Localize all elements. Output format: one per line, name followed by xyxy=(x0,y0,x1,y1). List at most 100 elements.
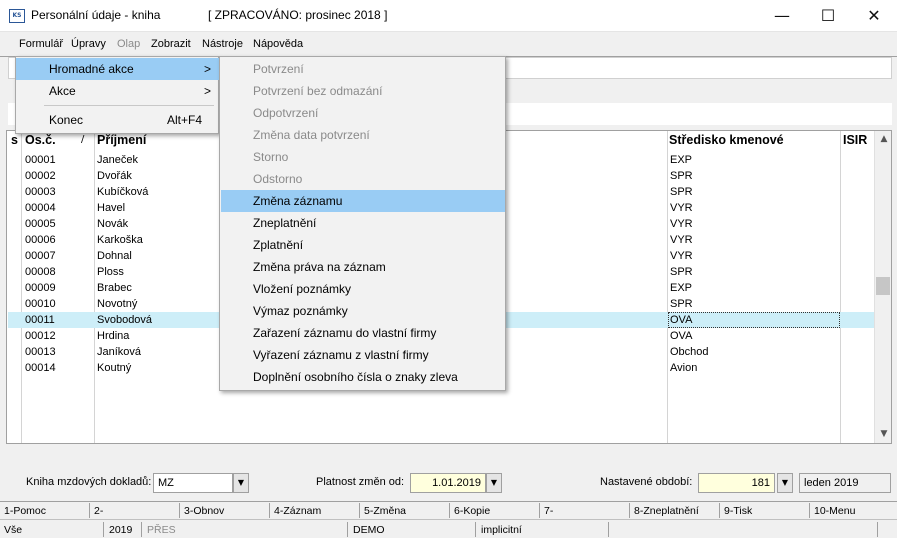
fkey-5[interactable]: 5-Změna xyxy=(364,505,406,517)
fkey-7[interactable]: 7- xyxy=(544,505,553,517)
cell-osc[interactable]: 00008 xyxy=(25,264,56,280)
fkey-9[interactable]: 9-Tisk xyxy=(724,505,752,517)
fkey-3[interactable]: 3-Obnov xyxy=(184,505,224,517)
menu-formular[interactable]: Formulář xyxy=(19,38,63,50)
cell-prijmeni[interactable]: Karkoška xyxy=(97,232,143,248)
cell-prijmeni[interactable]: Ploss xyxy=(97,264,124,280)
cell-osc[interactable]: 00014 xyxy=(25,360,56,376)
cell-prijmeni[interactable]: Janeček xyxy=(97,152,138,168)
cell-stredisko[interactable]: VYR xyxy=(670,232,693,248)
platnost-date-field[interactable]: 1.01.2019 xyxy=(410,473,486,493)
status-separator xyxy=(347,522,348,537)
cell-osc[interactable]: 00007 xyxy=(25,248,56,264)
column-header-osc[interactable]: Os.č. xyxy=(25,133,56,147)
submenu-item[interactable]: Zplatnění xyxy=(221,234,505,256)
menu-olap[interactable]: Olap xyxy=(117,38,140,50)
submenu-item[interactable]: Zařazení záznamu do vlastní firmy xyxy=(221,322,505,344)
cell-prijmeni[interactable]: Kubíčková xyxy=(97,184,148,200)
cell-stredisko[interactable]: Obchod xyxy=(670,344,709,360)
cell-stredisko[interactable]: EXP xyxy=(670,152,692,168)
menu-zobrazit[interactable]: Zobrazit xyxy=(151,38,191,50)
submenu-item[interactable]: Potvrzení bez odmazání xyxy=(221,80,505,102)
cell-stredisko[interactable]: SPR xyxy=(670,168,693,184)
scrollbar-thumb[interactable] xyxy=(876,277,890,295)
fkey-6[interactable]: 6-Kopie xyxy=(454,505,490,517)
submenu-item[interactable]: Vyřazení záznamu z vlastní firmy xyxy=(221,344,505,366)
submenu-item[interactable]: Storno xyxy=(221,146,505,168)
cell-prijmeni[interactable]: Svobodová xyxy=(97,312,152,328)
submenu-item[interactable]: Zneplatnění xyxy=(221,212,505,234)
kniha-select[interactable]: MZ xyxy=(153,473,233,493)
submenu-item[interactable]: Změna záznamu xyxy=(221,190,505,212)
column-header-stredisko[interactable]: Středisko kmenové xyxy=(669,133,784,147)
column-header-isir[interactable]: ISIR xyxy=(843,133,867,147)
fkey-2[interactable]: 2- xyxy=(94,505,103,517)
cell-prijmeni[interactable]: Brabec xyxy=(97,280,132,296)
cell-stredisko[interactable]: SPR xyxy=(670,296,693,312)
status-separator xyxy=(877,522,878,537)
cell-osc[interactable]: 00002 xyxy=(25,168,56,184)
cell-stredisko[interactable]: SPR xyxy=(670,264,693,280)
menu-upravy[interactable]: Úpravy xyxy=(71,38,106,50)
cell-osc[interactable]: 00001 xyxy=(25,152,56,168)
cell-osc[interactable]: 00005 xyxy=(25,216,56,232)
cell-osc[interactable]: 00011 xyxy=(25,312,55,328)
cell-prijmeni[interactable]: Dohnal xyxy=(97,248,132,264)
submenu-item[interactable]: Doplnění osobního čísla o znaky zleva xyxy=(221,366,505,388)
cell-stredisko[interactable]: VYR xyxy=(670,216,693,232)
submenu-item[interactable]: Potvrzení xyxy=(221,58,505,80)
fkey-1[interactable]: 1-Pomoc xyxy=(4,505,46,517)
cell-stredisko[interactable]: VYR xyxy=(670,248,693,264)
scroll-up-icon[interactable]: ▲ xyxy=(875,134,891,144)
submenu-item[interactable]: Odpotvrzení xyxy=(221,102,505,124)
submenu-item[interactable]: Změna práva na záznam xyxy=(221,256,505,278)
submenu-item[interactable]: Vložení poznámky xyxy=(221,278,505,300)
cell-prijmeni[interactable]: Novák xyxy=(97,216,128,232)
cell-stredisko[interactable]: VYR xyxy=(670,200,693,216)
cell-prijmeni[interactable]: Novotný xyxy=(97,296,137,312)
cell-stredisko[interactable]: OVA xyxy=(670,328,692,344)
cell-stredisko[interactable]: OVA xyxy=(670,312,692,328)
column-header-s[interactable]: s xyxy=(11,133,18,147)
cell-prijmeni[interactable]: Janíková xyxy=(97,344,141,360)
menu-item-label: Konec xyxy=(49,113,84,127)
cell-stredisko[interactable]: EXP xyxy=(670,280,692,296)
scroll-down-icon[interactable]: ▼ xyxy=(875,429,891,439)
cell-osc[interactable]: 00013 xyxy=(25,344,56,360)
column-header-prijmeni[interactable]: Příjmení xyxy=(97,133,146,147)
platnost-dropdown-icon[interactable]: ▼ xyxy=(486,473,502,493)
platnost-label: Platnost změn od: xyxy=(316,476,405,488)
menu-item-akce[interactable]: Akce > xyxy=(16,80,220,102)
cell-osc[interactable]: 00004 xyxy=(25,200,56,216)
fkey-10[interactable]: 10-Menu xyxy=(814,505,855,517)
cell-prijmeni[interactable]: Hrdina xyxy=(97,328,129,344)
menu-napoveda[interactable]: Nápověda xyxy=(253,38,303,50)
submenu-item[interactable]: Výmaz poznámky xyxy=(221,300,505,322)
status-db: DEMO xyxy=(353,524,385,536)
obdobi-dropdown-icon[interactable]: ▼ xyxy=(777,473,793,493)
menu-item-konec[interactable]: Konec Alt+F4 xyxy=(16,109,220,131)
cell-stredisko[interactable]: SPR xyxy=(670,184,693,200)
close-button[interactable]: ✕ xyxy=(851,0,897,32)
menu-item-hromadne-akce[interactable]: Hromadné akce > xyxy=(16,58,220,80)
focused-cell xyxy=(668,312,840,328)
menu-nastroje[interactable]: Nástroje xyxy=(202,38,243,50)
cell-prijmeni[interactable]: Dvořák xyxy=(97,168,132,184)
cell-osc[interactable]: 00010 xyxy=(25,296,56,312)
obdobi-field[interactable]: 181 xyxy=(698,473,775,493)
fkey-8[interactable]: 8-Zneplatnění xyxy=(634,505,699,517)
fkey-4[interactable]: 4-Záznam xyxy=(274,505,321,517)
submenu-item[interactable]: Odstorno xyxy=(221,168,505,190)
minimize-button[interactable]: — xyxy=(759,0,805,32)
cell-stredisko[interactable]: Avion xyxy=(670,360,697,376)
cell-prijmeni[interactable]: Koutný xyxy=(97,360,131,376)
submenu-arrow-icon: > xyxy=(204,84,212,98)
cell-osc[interactable]: 00003 xyxy=(25,184,56,200)
maximize-button[interactable]: ☐ xyxy=(805,0,851,32)
submenu-item[interactable]: Změna data potvrzení xyxy=(221,124,505,146)
kniha-dropdown-icon[interactable]: ▼ xyxy=(233,473,249,493)
cell-osc[interactable]: 00006 xyxy=(25,232,56,248)
cell-osc[interactable]: 00009 xyxy=(25,280,56,296)
cell-prijmeni[interactable]: Havel xyxy=(97,200,125,216)
cell-osc[interactable]: 00012 xyxy=(25,328,56,344)
